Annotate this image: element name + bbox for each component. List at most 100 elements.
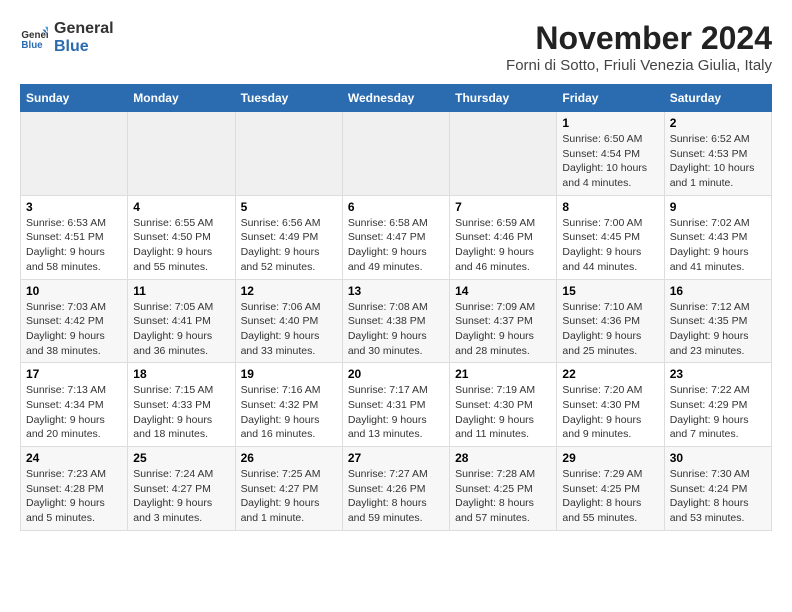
day-cell: 1Sunrise: 6:50 AM Sunset: 4:54 PM Daylig… bbox=[557, 112, 664, 196]
header-cell-saturday: Saturday bbox=[664, 85, 771, 112]
logo-blue: Blue bbox=[54, 38, 114, 56]
day-cell bbox=[128, 112, 235, 196]
day-number: 24 bbox=[26, 451, 122, 465]
header-cell-tuesday: Tuesday bbox=[235, 85, 342, 112]
day-number: 13 bbox=[348, 284, 444, 298]
day-number: 20 bbox=[348, 367, 444, 381]
day-number: 11 bbox=[133, 284, 229, 298]
day-cell: 22 Sunrise: 7:20 AM Sunset: 4:30 PM Dayli… bbox=[557, 363, 664, 447]
day-cell bbox=[450, 112, 557, 196]
day-cell: 17 Sunrise: 7:13 AM Sunset: 4:34 PM Dayli… bbox=[21, 363, 128, 447]
day-info: Sunrise: 6:56 AM Sunset: 4:49 PM Dayligh… bbox=[241, 216, 337, 275]
day-info: Sunrise: 7:30 AM Sunset: 4:24 PM Dayligh… bbox=[670, 467, 766, 526]
day-cell bbox=[21, 112, 128, 196]
header-cell-monday: Monday bbox=[128, 85, 235, 112]
week-row-1: 1Sunrise: 6:50 AM Sunset: 4:54 PM Daylig… bbox=[21, 112, 772, 196]
day-cell: 13 Sunrise: 7:08 AM Sunset: 4:38 PM Dayli… bbox=[342, 279, 449, 363]
day-cell: 14Sunrise: 7:09 AM Sunset: 4:37 PM Dayli… bbox=[450, 279, 557, 363]
day-info: Sunrise: 7:13 AM Sunset: 4:34 PM Dayligh… bbox=[26, 383, 122, 442]
day-info: Sunrise: 7:03 AM Sunset: 4:42 PM Dayligh… bbox=[26, 300, 122, 359]
day-cell: 2 Sunrise: 6:52 AM Sunset: 4:53 PM Daylig… bbox=[664, 112, 771, 196]
logo-general: General bbox=[54, 20, 114, 38]
day-cell: 8Sunrise: 7:00 AM Sunset: 4:45 PM Daylig… bbox=[557, 195, 664, 279]
day-info: Sunrise: 7:05 AM Sunset: 4:41 PM Dayligh… bbox=[133, 300, 229, 359]
header: General Blue General Blue November 2024 … bbox=[20, 20, 772, 74]
day-cell: 21 Sunrise: 7:19 AM Sunset: 4:30 PM Dayli… bbox=[450, 363, 557, 447]
day-number: 28 bbox=[455, 451, 551, 465]
day-cell: 6Sunrise: 6:58 AM Sunset: 4:47 PM Daylig… bbox=[342, 195, 449, 279]
day-cell: 26Sunrise: 7:25 AM Sunset: 4:27 PM Dayli… bbox=[235, 447, 342, 531]
day-info: Sunrise: 7:17 AM Sunset: 4:31 PM Dayligh… bbox=[348, 383, 444, 442]
day-number: 3 bbox=[26, 200, 122, 214]
day-cell: 15 Sunrise: 7:10 AM Sunset: 4:36 PM Dayli… bbox=[557, 279, 664, 363]
title-area: November 2024 Forni di Sotto, Friuli Ven… bbox=[506, 20, 772, 74]
day-cell: 28Sunrise: 7:28 AM Sunset: 4:25 PM Dayli… bbox=[450, 447, 557, 531]
day-number: 15 bbox=[562, 284, 658, 298]
day-number: 7 bbox=[455, 200, 551, 214]
day-cell: 20 Sunrise: 7:17 AM Sunset: 4:31 PM Dayli… bbox=[342, 363, 449, 447]
svg-text:Blue: Blue bbox=[21, 39, 43, 50]
day-cell bbox=[342, 112, 449, 196]
day-info: Sunrise: 7:15 AM Sunset: 4:33 PM Dayligh… bbox=[133, 383, 229, 442]
day-number: 1 bbox=[562, 116, 658, 130]
day-info: Sunrise: 7:29 AM Sunset: 4:25 PM Dayligh… bbox=[562, 467, 658, 526]
header-cell-friday: Friday bbox=[557, 85, 664, 112]
day-number: 14 bbox=[455, 284, 551, 298]
day-cell: 24Sunrise: 7:23 AM Sunset: 4:28 PM Dayli… bbox=[21, 447, 128, 531]
day-cell: 27Sunrise: 7:27 AM Sunset: 4:26 PM Dayli… bbox=[342, 447, 449, 531]
day-info: Sunrise: 7:10 AM Sunset: 4:36 PM Dayligh… bbox=[562, 300, 658, 359]
calendar-table: SundayMondayTuesdayWednesdayThursdayFrid… bbox=[20, 84, 772, 531]
day-number: 19 bbox=[241, 367, 337, 381]
week-row-2: 3 Sunrise: 6:53 AM Sunset: 4:51 PM Daylig… bbox=[21, 195, 772, 279]
day-cell: 5 Sunrise: 6:56 AM Sunset: 4:49 PM Daylig… bbox=[235, 195, 342, 279]
day-cell: 19 Sunrise: 7:16 AM Sunset: 4:32 PM Dayli… bbox=[235, 363, 342, 447]
day-cell: 25 Sunrise: 7:24 AM Sunset: 4:27 PM Dayli… bbox=[128, 447, 235, 531]
day-number: 29 bbox=[562, 451, 658, 465]
day-cell: 29 Sunrise: 7:29 AM Sunset: 4:25 PM Dayli… bbox=[557, 447, 664, 531]
day-info: Sunrise: 6:59 AM Sunset: 4:46 PM Dayligh… bbox=[455, 216, 551, 275]
day-cell: 23 Sunrise: 7:22 AM Sunset: 4:29 PM Dayli… bbox=[664, 363, 771, 447]
day-cell: 12Sunrise: 7:06 AM Sunset: 4:40 PM Dayli… bbox=[235, 279, 342, 363]
week-row-4: 17 Sunrise: 7:13 AM Sunset: 4:34 PM Dayli… bbox=[21, 363, 772, 447]
day-cell: 16 Sunrise: 7:12 AM Sunset: 4:35 PM Dayli… bbox=[664, 279, 771, 363]
day-info: Sunrise: 7:12 AM Sunset: 4:35 PM Dayligh… bbox=[670, 300, 766, 359]
day-info: Sunrise: 7:25 AM Sunset: 4:27 PM Dayligh… bbox=[241, 467, 337, 526]
day-info: Sunrise: 6:53 AM Sunset: 4:51 PM Dayligh… bbox=[26, 216, 122, 275]
day-number: 16 bbox=[670, 284, 766, 298]
day-cell: 10Sunrise: 7:03 AM Sunset: 4:42 PM Dayli… bbox=[21, 279, 128, 363]
day-number: 5 bbox=[241, 200, 337, 214]
page-title: November 2024 bbox=[506, 20, 772, 57]
day-info: Sunrise: 6:52 AM Sunset: 4:53 PM Dayligh… bbox=[670, 132, 766, 191]
day-info: Sunrise: 7:19 AM Sunset: 4:30 PM Dayligh… bbox=[455, 383, 551, 442]
day-number: 22 bbox=[562, 367, 658, 381]
day-number: 9 bbox=[670, 200, 766, 214]
day-number: 27 bbox=[348, 451, 444, 465]
day-info: Sunrise: 7:06 AM Sunset: 4:40 PM Dayligh… bbox=[241, 300, 337, 359]
day-number: 17 bbox=[26, 367, 122, 381]
day-info: Sunrise: 7:24 AM Sunset: 4:27 PM Dayligh… bbox=[133, 467, 229, 526]
logo: General Blue General Blue bbox=[20, 20, 114, 55]
header-cell-wednesday: Wednesday bbox=[342, 85, 449, 112]
header-row: SundayMondayTuesdayWednesdayThursdayFrid… bbox=[21, 85, 772, 112]
day-number: 2 bbox=[670, 116, 766, 130]
day-info: Sunrise: 6:55 AM Sunset: 4:50 PM Dayligh… bbox=[133, 216, 229, 275]
day-number: 23 bbox=[670, 367, 766, 381]
day-info: Sunrise: 7:00 AM Sunset: 4:45 PM Dayligh… bbox=[562, 216, 658, 275]
day-cell: 30Sunrise: 7:30 AM Sunset: 4:24 PM Dayli… bbox=[664, 447, 771, 531]
day-cell: 3 Sunrise: 6:53 AM Sunset: 4:51 PM Daylig… bbox=[21, 195, 128, 279]
calendar-header: SundayMondayTuesdayWednesdayThursdayFrid… bbox=[21, 85, 772, 112]
day-info: Sunrise: 7:16 AM Sunset: 4:32 PM Dayligh… bbox=[241, 383, 337, 442]
day-number: 6 bbox=[348, 200, 444, 214]
day-cell: 18Sunrise: 7:15 AM Sunset: 4:33 PM Dayli… bbox=[128, 363, 235, 447]
calendar-body: 1Sunrise: 6:50 AM Sunset: 4:54 PM Daylig… bbox=[21, 112, 772, 531]
header-cell-thursday: Thursday bbox=[450, 85, 557, 112]
day-number: 21 bbox=[455, 367, 551, 381]
day-info: Sunrise: 7:02 AM Sunset: 4:43 PM Dayligh… bbox=[670, 216, 766, 275]
day-cell: 4Sunrise: 6:55 AM Sunset: 4:50 PM Daylig… bbox=[128, 195, 235, 279]
day-info: Sunrise: 7:22 AM Sunset: 4:29 PM Dayligh… bbox=[670, 383, 766, 442]
day-info: Sunrise: 7:20 AM Sunset: 4:30 PM Dayligh… bbox=[562, 383, 658, 442]
day-number: 25 bbox=[133, 451, 229, 465]
page-subtitle: Forni di Sotto, Friuli Venezia Giulia, I… bbox=[506, 57, 772, 74]
day-info: Sunrise: 7:08 AM Sunset: 4:38 PM Dayligh… bbox=[348, 300, 444, 359]
week-row-3: 10Sunrise: 7:03 AM Sunset: 4:42 PM Dayli… bbox=[21, 279, 772, 363]
